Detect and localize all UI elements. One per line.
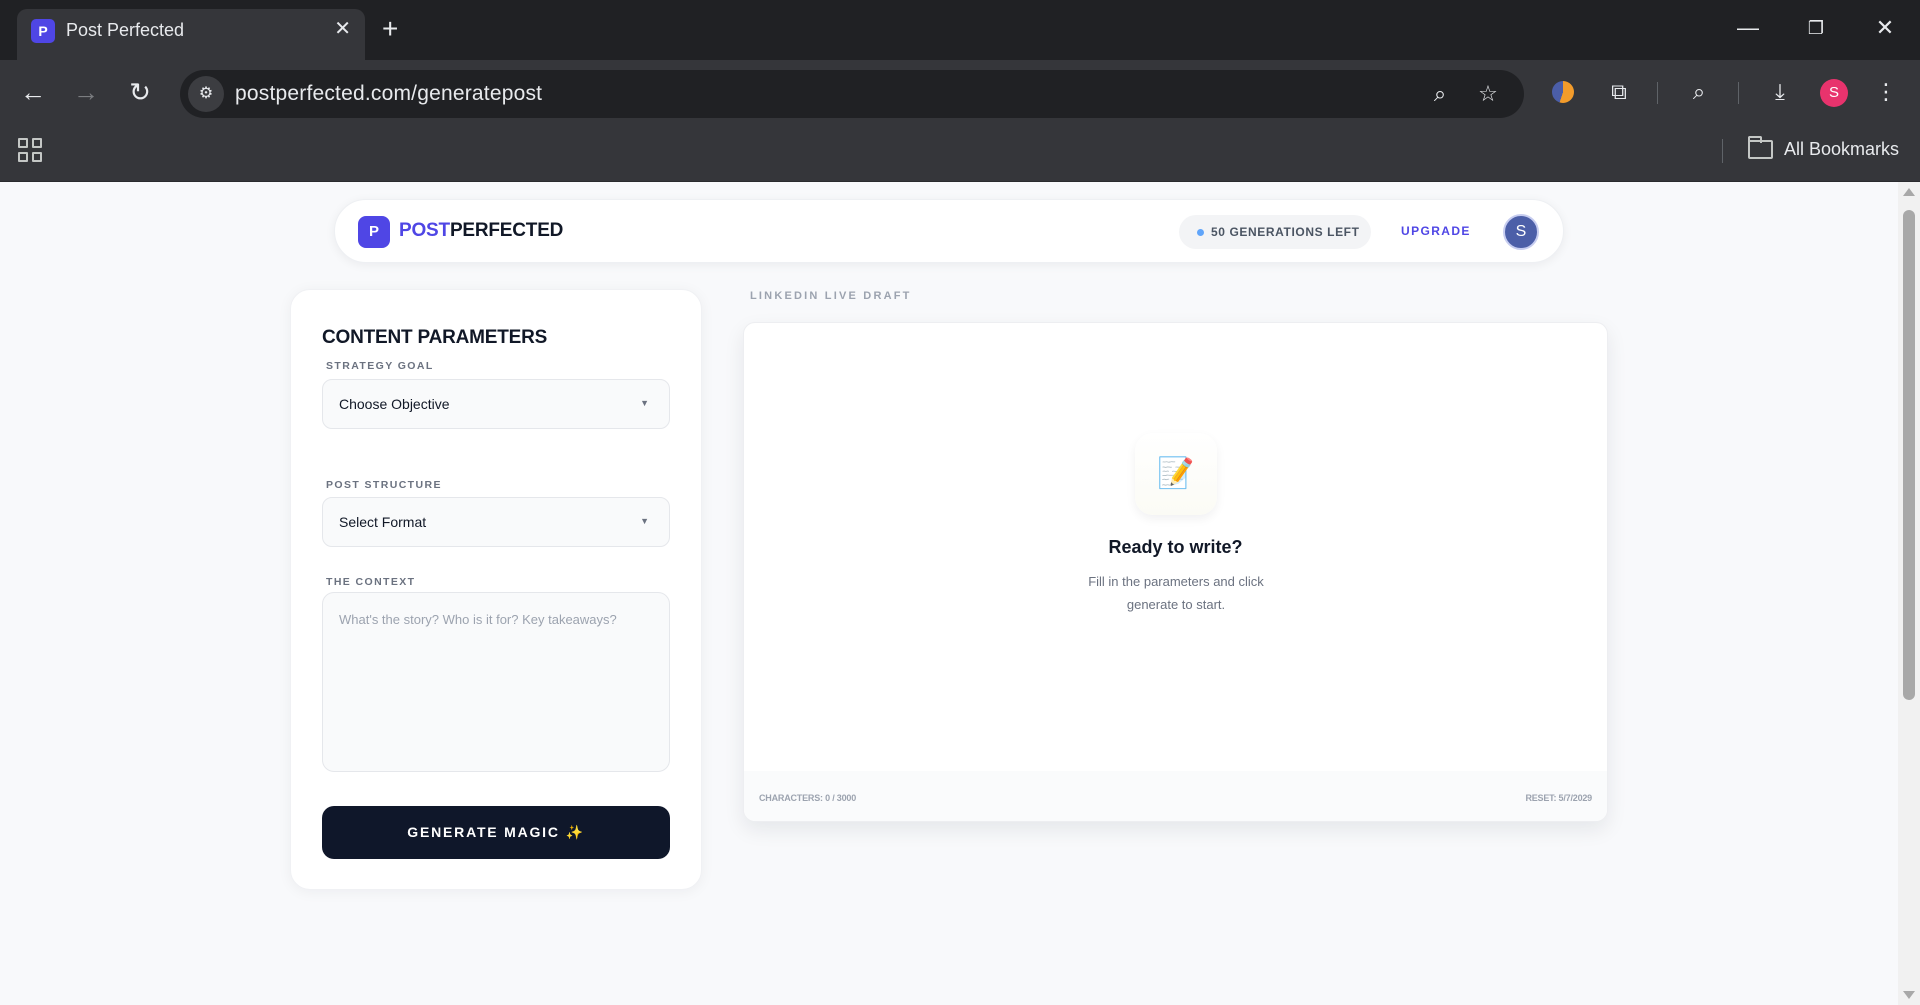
panel-title: CONTENT PARAMETERS — [322, 327, 548, 348]
bookmarks-bar: All Bookmarks — [0, 122, 1920, 182]
close-window-icon[interactable]: ✕ — [1865, 12, 1905, 44]
tab-close-icon[interactable]: ✕ — [334, 17, 351, 41]
toolbar-divider — [1738, 82, 1739, 104]
generate-button[interactable]: GENERATE MAGIC ✨ — [322, 806, 670, 859]
profile-avatar[interactable]: S — [1820, 79, 1848, 107]
generations-left-text: 50 GENERATIONS LEFT — [1211, 225, 1360, 239]
context-placeholder: What's the story? Who is it for? Key tak… — [339, 612, 617, 627]
logo-perfected-text: PERFECTED — [449, 220, 564, 241]
user-avatar[interactable]: S — [1503, 214, 1539, 250]
download-icon[interactable]: ⤓ — [1762, 74, 1798, 110]
logo-post-text: POST — [399, 220, 450, 241]
status-dot-icon — [1197, 229, 1204, 236]
browser-toolbar: ← → ↻ ⚙ postperfected.com/generatepost ⌕… — [0, 60, 1920, 122]
all-bookmarks-link[interactable]: All Bookmarks — [1784, 139, 1899, 160]
generations-badge: 50 GENERATIONS LEFT — [1179, 215, 1371, 249]
logo-icon[interactable]: P — [358, 216, 390, 248]
more-menu-icon[interactable]: ⋮ — [1868, 74, 1904, 110]
reload-icon[interactable]: ↻ — [122, 74, 158, 110]
url-text[interactable]: postperfected.com/generatepost — [235, 82, 542, 106]
address-bar[interactable]: ⚙ postperfected.com/generatepost ⌕ ☆ — [180, 70, 1524, 118]
zoom-icon[interactable]: ⌕ — [1424, 78, 1456, 110]
strategy-goal-select[interactable]: Choose Objective ▼ — [322, 379, 670, 429]
empty-state-title: Ready to write? — [1108, 537, 1243, 557]
site-info-icon[interactable]: ⚙ — [188, 76, 224, 112]
reset-date: RESET: 5/7/2029 — [1525, 793, 1592, 803]
upgrade-link[interactable]: UPGRADE — [1401, 224, 1471, 238]
scroll-up-icon[interactable] — [1903, 188, 1915, 196]
content-parameters-panel: CONTENT PARAMETERS STRATEGY GOAL Choose … — [290, 289, 702, 890]
chevron-down-icon: ▼ — [640, 516, 649, 526]
post-structure-value: Select Format — [339, 514, 427, 530]
forward-icon[interactable]: → — [68, 74, 104, 110]
chevron-down-icon: ▼ — [640, 398, 649, 408]
scroll-thumb[interactable] — [1903, 210, 1915, 700]
empty-state-subtitle: Fill in the parameters and click generat… — [1088, 574, 1264, 612]
app-header: P POSTPERFECTED 50 GENERATIONS LEFT UPGR… — [334, 199, 1564, 263]
extension-icon[interactable] — [1552, 81, 1574, 103]
folder-icon[interactable] — [1748, 136, 1773, 159]
restore-icon[interactable]: ❐ — [1796, 12, 1836, 44]
logo-wordmark[interactable]: POSTPERFECTED — [399, 220, 563, 242]
bookmarks-divider — [1722, 139, 1723, 163]
draft-section-label: LINKEDIN LIVE DRAFT — [750, 290, 912, 302]
page-scrollbar[interactable] — [1898, 182, 1920, 1005]
back-icon[interactable]: ← — [15, 74, 51, 110]
tab-title: Post Perfected — [66, 20, 185, 40]
tab-search-icon[interactable]: ⌕ — [1681, 74, 1717, 110]
extensions-puzzle-icon[interactable]: ⧉ — [1601, 74, 1637, 110]
post-structure-label: POST STRUCTURE — [326, 479, 442, 491]
context-textarea[interactable]: What's the story? Who is it for? Key tak… — [322, 592, 670, 772]
draft-footer: CHARACTERS: 0 / 3000 RESET: 5/7/2029 — [744, 771, 1607, 821]
linkedin-draft-preview: 📝 Ready to write? Fill in the parameters… — [743, 322, 1608, 822]
tab-favicon-icon: P — [31, 19, 55, 43]
post-structure-select[interactable]: Select Format ▼ — [322, 497, 670, 547]
browser-tab-strip: P Post Perfected ✕ + — ❐ ✕ — [0, 0, 1920, 60]
toolbar-divider — [1657, 82, 1658, 104]
minimize-icon[interactable]: — — [1728, 12, 1768, 44]
strategy-goal-label: STRATEGY GOAL — [326, 360, 434, 372]
memo-icon: 📝 — [1135, 433, 1217, 515]
page-viewport: P POSTPERFECTED 50 GENERATIONS LEFT UPGR… — [0, 182, 1898, 1005]
context-label: THE CONTEXT — [326, 576, 416, 588]
strategy-goal-value: Choose Objective — [339, 396, 450, 412]
character-count: CHARACTERS: 0 / 3000 — [759, 793, 857, 803]
bookmark-star-icon[interactable]: ☆ — [1472, 78, 1504, 110]
browser-tab[interactable]: P Post Perfected ✕ — [17, 9, 365, 60]
new-tab-icon[interactable]: + — [382, 13, 398, 45]
scroll-down-icon[interactable] — [1903, 991, 1915, 999]
apps-grid-icon[interactable] — [18, 138, 42, 162]
